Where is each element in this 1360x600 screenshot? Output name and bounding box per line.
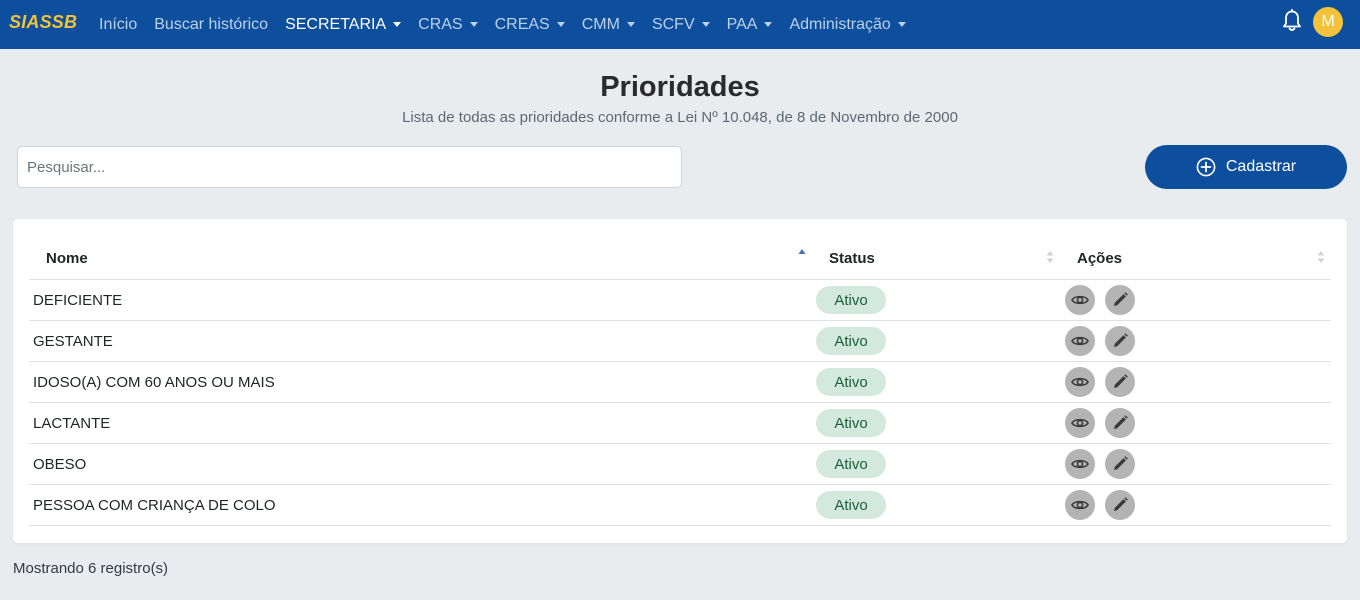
column-header-status[interactable]: Status [829,236,875,280]
add-button-label: Cadastrar [1225,158,1297,175]
nav-item-administracao[interactable]: Administração [789,15,906,34]
add-button[interactable]: Cadastrar [1145,145,1347,189]
view-button[interactable] [1065,285,1095,315]
view-button[interactable] [1065,490,1095,520]
nav-item-paa[interactable]: PAA [727,16,773,34]
search-input[interactable] [17,146,682,188]
view-button[interactable] [1065,326,1095,356]
sort-ascending-icon[interactable] [798,248,806,262]
cell-nome: IDOSO(A) COM 60 ANOS OU MAIS [33,373,275,391]
eye-icon [1071,500,1089,510]
nav-item-label: PAA [726,15,758,33]
pencil-icon [1114,333,1128,347]
status-badge: Ativo [816,368,886,396]
table-row: OBESO Ativo [29,444,1331,485]
table-row: IDOSO(A) COM 60 ANOS OU MAIS Ativo [29,362,1331,403]
status-badge: Ativo [816,327,886,355]
nav-item-label: Início [99,15,138,33]
eye-icon [1071,459,1089,469]
bell-icon[interactable] [1282,9,1302,33]
sort-icon[interactable] [1317,250,1325,264]
brand-logo[interactable]: SIASSB [9,12,77,33]
pencil-icon [1114,374,1128,388]
eye-icon [1071,295,1089,305]
view-button[interactable] [1065,449,1095,479]
pencil-icon [1114,497,1128,511]
edit-button[interactable] [1105,408,1135,438]
caret-down-icon [764,22,773,27]
eye-icon [1071,418,1089,428]
nav-item-label: Buscar histórico [154,15,269,33]
pencil-icon [1114,456,1128,470]
plus-circle-icon [1196,157,1216,177]
edit-button[interactable] [1105,490,1135,520]
caret-down-icon [393,22,402,27]
eye-icon [1071,377,1089,387]
caret-down-icon [897,22,906,27]
status-badge: Ativo [816,409,886,437]
nav-item-creas[interactable]: CREAS [495,16,565,34]
view-button[interactable] [1065,408,1095,438]
record-count: Mostrando 6 registro(s) [13,560,169,577]
pencil-icon [1114,415,1128,429]
nav-item-label: CRAS [418,15,463,33]
table-row: GESTANTE Ativo [29,321,1331,362]
column-header-acoes[interactable]: Ações [1077,236,1122,280]
sort-icon[interactable] [1046,250,1054,264]
table-header: Nome Status Ações [29,236,1331,280]
pencil-icon [1114,292,1128,306]
table-row: DEFICIENTE Ativo [29,280,1331,321]
view-button[interactable] [1065,367,1095,397]
nav-item-label: CREAS [494,15,550,33]
status-badge: Ativo [816,286,886,314]
nav-item-cmm[interactable]: CMM [582,16,635,34]
nav-item-inicio[interactable]: Início [99,16,137,34]
column-header-nome[interactable]: Nome [46,236,88,280]
edit-button[interactable] [1105,326,1135,356]
caret-down-icon [556,22,565,27]
nav-item-secretaria[interactable]: SECRETARIA [285,15,402,34]
nav-item-label: SECRETARIA [285,15,387,33]
user-avatar[interactable]: M [1313,7,1343,37]
nav-item-label: SCFV [651,15,695,33]
table-row: LACTANTE Ativo [29,403,1331,444]
edit-button[interactable] [1105,449,1135,479]
top-navbar: SIASSB Início Buscar histórico SECRETARI… [0,0,1360,49]
caret-down-icon [469,22,478,27]
table-card: Nome Status Ações DEFICIENTE Ativo GESTA… [13,219,1347,543]
cell-nome: PESSOA COM CRIANÇA DE COLO [33,496,276,514]
caret-down-icon [701,22,710,27]
edit-button[interactable] [1105,285,1135,315]
nav-item-scfv[interactable]: SCFV [652,16,710,34]
page-subtitle: Lista de todas as prioridades conforme a… [402,109,958,126]
cell-nome: LACTANTE [33,414,111,432]
nav-item-label: CMM [581,15,620,33]
status-badge: Ativo [816,491,886,519]
priorities-table: Nome Status Ações DEFICIENTE Ativo GESTA… [29,236,1331,526]
nav-item-label: Administração [789,15,891,33]
cell-nome: OBESO [33,455,87,473]
edit-button[interactable] [1105,367,1135,397]
eye-icon [1071,336,1089,346]
nav-item-buscar-historico[interactable]: Buscar histórico [154,16,268,34]
caret-down-icon [626,22,635,27]
page-title: Prioridades [600,71,760,103]
cell-nome: DEFICIENTE [33,291,123,309]
nav-item-cras[interactable]: CRAS [418,15,478,34]
cell-nome: GESTANTE [33,332,113,350]
status-badge: Ativo [816,450,886,478]
table-row: PESSOA COM CRIANÇA DE COLO Ativo [29,485,1331,526]
nav-menu: Início Buscar histórico SECRETARIA CRAS … [99,0,923,49]
